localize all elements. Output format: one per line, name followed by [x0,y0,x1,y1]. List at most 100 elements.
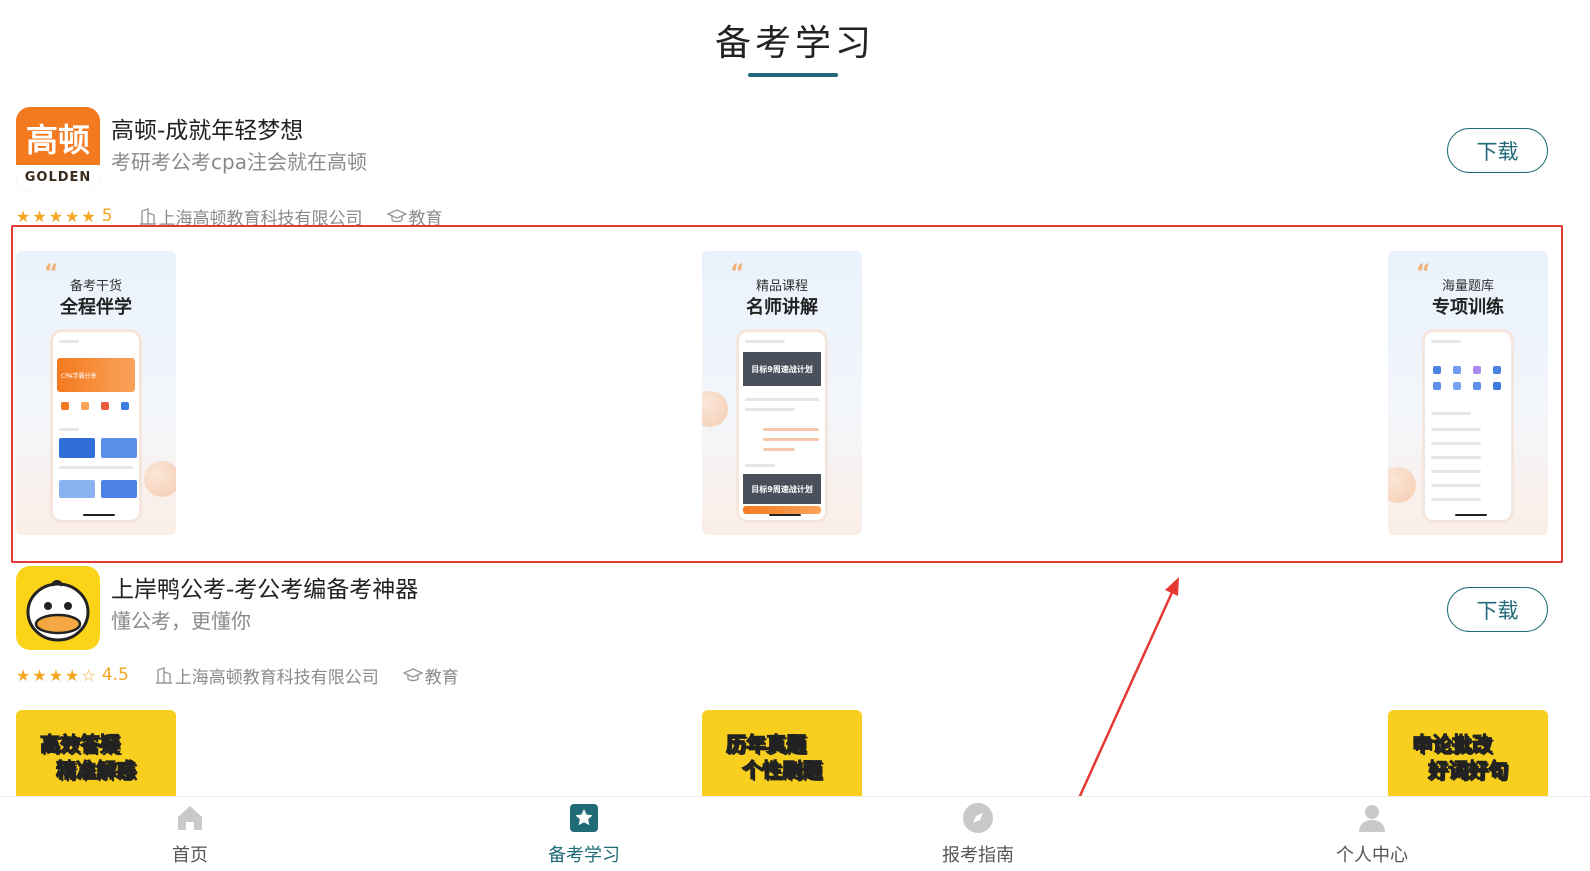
phone-text-line [1431,442,1481,445]
screenshot-card[interactable]: “ 海量题库 专项训练 [1388,251,1548,535]
phone-text-line [763,438,819,441]
phone-text-line [59,428,79,431]
tab-label: 报考指南 [942,845,1014,866]
developer-name: 上海高顿教育科技有限公司 [158,208,363,229]
page-title: 备考学习 [714,23,875,64]
tab-profile[interactable]: 个人中心 [1312,797,1432,871]
phone-text-line [1431,428,1481,431]
user-icon [1355,801,1389,835]
screenshot-heading: 专项训练 [1432,297,1504,318]
developer-name: 上海高顿教育科技有限公司 [174,667,379,688]
app-meta: ★★★★★ 5 上海高顿教育科技有限公司 教育 [16,206,443,229]
screenshot-subtitle: 精品课程 [755,279,808,294]
phone-text-line [745,408,795,411]
phone-banner: CPA学霸分享 [57,358,135,392]
phone-card [59,438,95,458]
tab-home[interactable]: 首页 [130,797,250,871]
golden-app-icon[interactable]: 高顿 GOLDEN [16,107,100,191]
phone-home-indicator [1455,514,1487,516]
phone-grid-icon [1453,382,1461,390]
screenshot-heading: 名师讲解 [746,297,818,318]
phone-card [101,480,137,498]
tab-study[interactable]: 备考学习 [524,797,644,871]
phone-text-line [1431,470,1481,473]
download-button[interactable]: 下载 [1447,587,1548,632]
app-slogan: 考研考公考cpa注会就在高顿 [111,150,367,174]
screenshot-card[interactable]: 申论批改 好词好句 [1388,710,1548,796]
screenshot-line-2: 个性刷题 [742,758,823,783]
phone-grid-icon [1453,366,1461,374]
decor-ball [1388,467,1416,503]
phone-grid-icon [81,402,89,410]
phone-grid-icon [1473,382,1481,390]
golden-icon-subtext: GOLDEN [16,165,100,191]
screenshot-card[interactable]: 高效答疑 精准解惑 [16,710,176,796]
title-underline [748,73,838,77]
star-icon [567,801,601,835]
phone-grid-icon [121,402,129,410]
tab-guide[interactable]: 报考指南 [918,797,1038,871]
screenshot-heading: 全程伴学 [60,297,132,318]
category-label: 教育 [408,208,443,229]
rating-stars: ★★★★☆ [16,665,98,685]
phone-grid-icon [1473,366,1481,374]
compass-icon [961,801,995,835]
phone-text-line [1431,484,1481,487]
phone-status-bar [59,340,79,343]
screenshot-line-2: 好词好句 [1428,758,1509,783]
phone-text-line [59,466,133,469]
app-slogan: 懂公考，更懂你 [111,609,251,633]
tab-label: 首页 [172,845,208,866]
app-meta: ★★★★☆ 4.5 上海高顿教育科技有限公司 教育 [16,665,459,688]
graduation-cap-icon [402,666,423,684]
screenshot-line-1: 高效答疑 [40,732,121,757]
phone-text-line [1431,456,1481,459]
golden-icon-text: 高顿 [25,121,90,159]
phone-buy-bar [743,506,821,514]
phone-grid-icon [61,402,69,410]
phone-text-line [763,448,795,451]
graduation-cap-icon [386,207,407,225]
decor-ball [702,391,728,427]
screenshot-subtitle: 海量题库 [1441,279,1494,294]
phone-text-line [745,464,775,467]
bottom-tab-bar: 首页 备考学习 报考指南 个人中心 [0,796,1590,871]
phone-text-line [1431,498,1481,501]
building-icon [139,207,157,225]
rating-value: 5 [101,206,113,226]
category-label: 教育 [424,667,459,688]
screenshot-line-2: 精准解惑 [56,758,137,783]
duck-app-icon[interactable] [16,566,100,650]
screenshot-line-1: 历年真题 [726,732,807,757]
phone-grid-icon [1493,366,1501,374]
phone-grid-icon [1493,382,1501,390]
rating-value: 4.5 [101,665,129,685]
phone-banner-2: 目标9周速战计划 [743,474,821,504]
app-name[interactable]: 上岸鸭公考-考公考编备考神器 [111,570,418,604]
phone-status-bar [745,340,785,343]
phone-mockup: 目标9周速战计划 目标9周速战计划 [736,329,828,523]
screenshot-subtitle: 备考干货 [69,279,122,294]
screenshot-card[interactable]: “ 精品课程 名师讲解 目标9周速战计划 目标9周速战计划 [702,251,862,535]
phone-status-bar [1431,340,1461,343]
phone-card [59,480,95,498]
phone-text-line [1431,412,1471,415]
phone-banner: 目标9周速战计划 [743,352,821,386]
phone-text-line [745,398,819,401]
phone-home-indicator [83,514,115,516]
rating-stars: ★★★★★ [16,206,98,226]
phone-grid-icon [101,402,109,410]
tab-label: 个人中心 [1336,845,1408,866]
screenshot-card[interactable]: “ 备考干货 全程伴学 CPA学霸分享 [16,251,176,535]
building-icon [155,666,173,684]
phone-mockup [1422,329,1514,523]
phone-text-line [763,428,819,431]
screenshot-card[interactable]: 历年真题 个性刷题 [702,710,862,796]
phone-mockup: CPA学霸分享 [50,329,142,523]
phone-grid-icon [1433,382,1441,390]
download-button[interactable]: 下载 [1447,128,1548,173]
app-name[interactable]: 高顿-成就年轻梦想 [111,111,303,145]
phone-grid-icon [1433,366,1441,374]
decor-ball [144,461,176,497]
phone-card [101,438,137,458]
